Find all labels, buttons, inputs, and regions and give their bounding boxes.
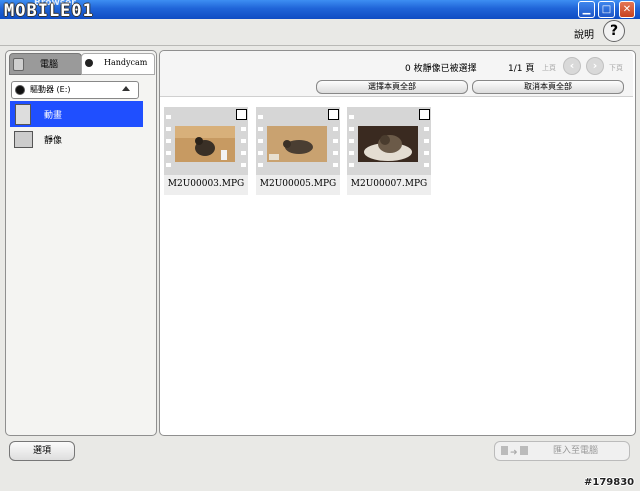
drive-select[interactable]: 驅動器 (E:) [11, 81, 139, 99]
sidebar-item-video[interactable]: 動畫 [10, 101, 143, 127]
arrow-right-icon: › [592, 59, 598, 72]
sidebar-item-still[interactable]: 靜像 [10, 128, 143, 151]
deselect-all-button[interactable]: 取消本頁全部 [472, 80, 624, 94]
toolbar-divider [0, 45, 640, 46]
close-button[interactable]: ✕ [619, 1, 635, 18]
camera-icon [501, 446, 508, 455]
arrow-right-icon: ➜ [510, 448, 518, 458]
file-name: M2U00003.MPG [167, 179, 245, 189]
options-button[interactable]: 選項 [9, 441, 75, 461]
film-icon [15, 104, 31, 125]
next-page-label: 下頁 [609, 64, 623, 72]
page-indicator: 1/1 頁 [508, 64, 535, 74]
mobile01-logo: MOBILE01 [4, 1, 94, 21]
prev-page-label: 上頁 [542, 64, 556, 72]
disc-icon [15, 85, 25, 95]
tab-handycam[interactable]: Handycam [81, 53, 155, 75]
film-frame [256, 107, 340, 175]
minimize-button[interactable]: ▁ [578, 1, 595, 18]
title-bar [0, 0, 640, 19]
sidebar-item-label: 動畫 [44, 111, 63, 121]
sidebar-item-label: 靜像 [44, 136, 63, 146]
file-name: M2U00005.MPG [259, 179, 337, 189]
film-frame [347, 107, 431, 175]
chevron-up-icon [122, 86, 130, 91]
tab-computer[interactable]: 電腦 [9, 53, 82, 75]
prev-page-button[interactable]: ‹ [563, 57, 581, 75]
help-label[interactable]: 說明 [574, 26, 594, 41]
maximize-button[interactable]: □ [598, 1, 615, 18]
video-thumbnail[interactable]: M2U00003.MPG [164, 107, 248, 195]
tab-handycam-label: Handycam [104, 58, 148, 67]
photo-icon [14, 131, 33, 148]
video-thumbnail[interactable]: M2U00007.MPG [347, 107, 431, 195]
film-frame [164, 107, 248, 175]
video-thumbnail[interactable]: M2U00005.MPG [256, 107, 340, 195]
select-checkbox[interactable] [328, 109, 339, 120]
help-button[interactable]: ? [603, 20, 625, 42]
tab-computer-label: 電腦 [40, 60, 59, 70]
computer-icon [13, 58, 24, 71]
select-checkbox[interactable] [236, 109, 247, 120]
cat-preview-image [175, 126, 235, 162]
drive-label: 驅動器 (E:) [30, 85, 71, 94]
select-checkbox[interactable] [419, 109, 430, 120]
import-button-label: 匯入至電腦 [553, 446, 599, 456]
arrow-left-icon: ‹ [569, 59, 575, 72]
cat-preview-image [267, 126, 327, 162]
cat-preview-image [358, 126, 418, 162]
next-page-button[interactable]: › [586, 57, 604, 75]
file-name: M2U00007.MPG [350, 179, 428, 189]
import-to-computer-button[interactable]: ➜ 匯入至電腦 [494, 441, 630, 461]
handycam-icon [85, 59, 93, 67]
computer-icon [520, 446, 528, 455]
selection-status: 0 枚靜像已被選擇 [405, 64, 477, 74]
watermark-id: #179830 [584, 477, 635, 488]
select-all-button[interactable]: 選擇本頁全部 [316, 80, 468, 94]
